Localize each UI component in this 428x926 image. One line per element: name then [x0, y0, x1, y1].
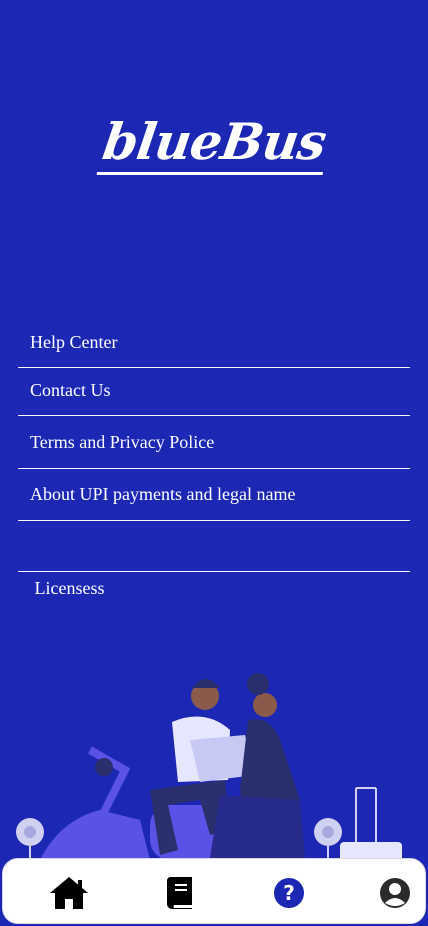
- suitcase: [340, 787, 402, 860]
- menu-item-terms-privacy[interactable]: Terms and Privacy Police: [18, 416, 410, 469]
- menu-item-licenses[interactable]: Licensess: [18, 521, 410, 598]
- logo-text: blueBus: [96, 112, 332, 175]
- help-menu: Help Center Contact Us Terms and Privacy…: [18, 320, 410, 598]
- help-icon: ?: [274, 878, 304, 908]
- home-icon: [50, 877, 88, 909]
- menu-item-label: Help Center: [30, 332, 118, 352]
- menu-item-label: Contact Us: [30, 380, 111, 400]
- help-screen: blueBus Help Center Contact Us Terms and…: [0, 0, 428, 926]
- nav-home-button[interactable]: [47, 873, 91, 913]
- nav-help-button[interactable]: ?: [267, 873, 311, 913]
- menu-item-help-center[interactable]: Help Center: [18, 320, 410, 368]
- bottom-navigation: ?: [2, 858, 426, 924]
- nav-account-button[interactable]: [373, 873, 417, 913]
- app-logo: blueBus: [0, 112, 428, 175]
- svg-text:?: ?: [283, 881, 295, 905]
- menu-item-label: About UPI payments and legal name: [30, 484, 296, 504]
- nav-book-button[interactable]: [159, 873, 203, 913]
- book-icon: [166, 877, 192, 909]
- travel-illustration: [16, 673, 402, 860]
- menu-item-contact-us[interactable]: Contact Us: [18, 368, 410, 416]
- flower-left: [16, 818, 44, 860]
- menu-item-label: Licensess: [30, 578, 105, 598]
- flower-right: [314, 818, 342, 860]
- account-icon: [380, 878, 410, 908]
- menu-item-upi-payments[interactable]: About UPI payments and legal name: [18, 469, 410, 521]
- menu-item-label: Terms and Privacy Police: [30, 432, 215, 452]
